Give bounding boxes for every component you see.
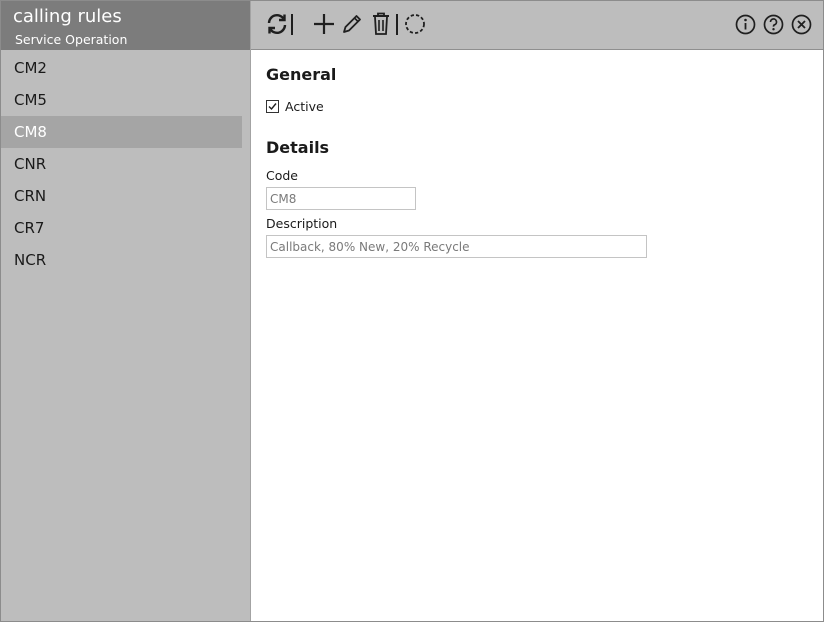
rule-list-item[interactable]: CR7 xyxy=(1,212,242,244)
calling-rules-window: calling rules Service Operation CM2 CM5 … xyxy=(0,0,824,622)
rule-list-item[interactable]: CM5 xyxy=(1,84,242,116)
rule-list-item-selected[interactable]: CM8 xyxy=(1,116,242,148)
refresh-icon[interactable] xyxy=(265,12,289,36)
description-label: Description xyxy=(266,216,338,231)
code-label: Code xyxy=(266,168,299,183)
toolbar-separator xyxy=(291,14,293,35)
active-label: Active xyxy=(285,98,324,114)
help-icon[interactable] xyxy=(763,14,784,35)
active-checkbox[interactable] xyxy=(266,99,279,113)
detail-panel: General Active Details Code Description xyxy=(251,50,823,621)
close-icon[interactable] xyxy=(791,14,812,35)
info-icon[interactable] xyxy=(735,14,756,35)
app-title: calling rules xyxy=(13,6,122,27)
app-header: calling rules Service Operation xyxy=(1,1,250,50)
add-icon[interactable] xyxy=(313,13,335,35)
general-heading: General xyxy=(266,65,337,84)
rules-sidebar: calling rules Service Operation CM2 CM5 … xyxy=(1,1,251,621)
discard-icon[interactable] xyxy=(404,13,426,35)
toolbar xyxy=(251,1,823,50)
rule-list-item[interactable]: NCR xyxy=(1,244,242,276)
details-heading: Details xyxy=(266,138,330,157)
rule-list-item[interactable]: CRN xyxy=(1,180,242,212)
rule-list: CM2 CM5 CM8 CNR CRN CR7 NCR xyxy=(1,52,250,276)
code-field[interactable] xyxy=(266,187,416,210)
toolbar-separator xyxy=(396,14,398,35)
delete-icon[interactable] xyxy=(371,12,391,36)
app-subtitle: Service Operation xyxy=(15,32,128,47)
active-checkbox-row: Active xyxy=(266,98,324,114)
rule-list-item[interactable]: CM2 xyxy=(1,52,242,84)
description-field[interactable] xyxy=(266,235,647,258)
edit-icon[interactable] xyxy=(341,13,363,35)
rule-list-item[interactable]: CNR xyxy=(1,148,242,180)
checkmark-icon xyxy=(268,102,277,110)
